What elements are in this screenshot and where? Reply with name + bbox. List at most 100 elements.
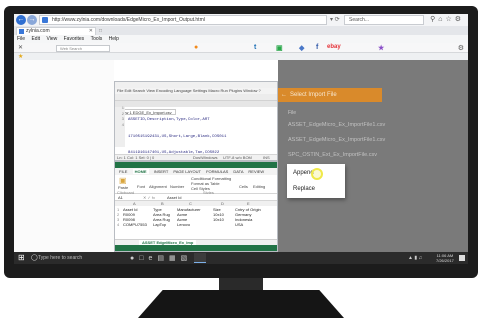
address-text: http://www.zylnia.com/downloads/EdgeMicr…	[52, 17, 205, 23]
column-header[interactable]: D	[221, 201, 224, 206]
store-icon[interactable]: ▦	[169, 255, 181, 262]
excel-ribbon-tabs: FILE HOME INSERT PAGE LAYOUT FORMULAS DA…	[115, 168, 277, 175]
notepad-window: File Edit Search View Encoding Language …	[114, 81, 278, 172]
notepad-editor[interactable]: 1 2 3 4 ASSETID,Description,Type,Color,A…	[115, 107, 277, 172]
ribbon-tab-formulas[interactable]: FORMULAS	[206, 169, 228, 174]
windows-start-icon[interactable]: ⊞	[18, 254, 25, 262]
column-header[interactable]: E	[247, 201, 250, 206]
chat-icon[interactable]: ▣	[276, 44, 283, 52]
monitor-base	[138, 290, 344, 318]
excel-window: FILE HOME INSERT PAGE LAYOUT FORMULAS DA…	[114, 161, 278, 252]
forward-button[interactable]: →	[27, 15, 37, 25]
paste-icon[interactable]: ▣	[119, 176, 127, 185]
mic-icon[interactable]: ●	[130, 255, 139, 262]
editor-line: ASSETID,Description,Type,Color,ART	[128, 118, 210, 122]
browser-search-input[interactable]: Search...	[344, 15, 424, 25]
column-header[interactable]: C	[189, 201, 192, 206]
line-number-gutter: 1 2 3 4	[115, 107, 125, 147]
menu-file[interactable]: File	[17, 36, 25, 42]
close-tab-icon[interactable]: ✕	[89, 28, 93, 35]
menu-tools[interactable]: Tools	[91, 36, 103, 42]
system-tray[interactable]: ▲ ▮ ♫	[408, 255, 422, 261]
cursor-highlight-icon	[311, 168, 323, 180]
cells-group[interactable]: Cells	[239, 184, 248, 189]
ribbon-tab-review[interactable]: REVIEW	[248, 169, 264, 174]
excel-statusbar	[115, 245, 277, 251]
shopping-icon[interactable]: ★	[378, 44, 384, 52]
refresh-icon[interactable]: ▾ ⟳	[330, 16, 340, 23]
taskbar-search-input[interactable]: Type here to search	[38, 255, 82, 261]
ribbon-tab-data[interactable]: DATA	[233, 169, 243, 174]
file-section-label: File	[288, 110, 297, 116]
tab-title: zylnia.com	[26, 28, 50, 34]
editing-group[interactable]: Editing	[253, 184, 265, 189]
table-cell[interactable]: LapTop	[153, 222, 166, 227]
bookmark-icon[interactable]: ◆	[299, 44, 304, 52]
weather-icon[interactable]: ●	[194, 44, 198, 51]
name-box[interactable]: A1	[118, 194, 123, 201]
monitor-bezel: ← → http://www.zylnia.com/downloads/Edge…	[4, 6, 478, 278]
import-file-item[interactable]: ASSET_EdgeMicro_Ex_ImportFile1.csv	[288, 137, 385, 143]
formula-input[interactable]: Asset Id	[167, 194, 181, 201]
ribbon-tab-page-layout[interactable]: PAGE LAYOUT	[173, 169, 201, 174]
back-arrow-icon[interactable]: ←	[281, 88, 287, 102]
gear-icon[interactable]: ⚙	[455, 16, 464, 23]
browser-tab[interactable]: zylnia.com ✕	[16, 27, 96, 35]
menu-favorites[interactable]: Favorites	[64, 36, 85, 42]
address-bar[interactable]: http://www.zylnia.com/downloads/EdgeMicr…	[39, 15, 327, 25]
new-tab-icon[interactable]: □	[99, 28, 102, 34]
clock-date: 7/26/2017	[436, 258, 454, 263]
star-icon[interactable]: ☆	[445, 16, 454, 23]
column-header[interactable]: A	[133, 201, 136, 206]
search-icon[interactable]: ⚲	[430, 16, 438, 23]
menu-edit[interactable]: Edit	[31, 36, 40, 42]
ribbon-tab-home[interactable]: HOME	[132, 169, 149, 174]
extension-ebay[interactable]: ebay	[327, 44, 341, 50]
notepad-toolbar	[115, 94, 277, 101]
table-row: 4 COMPU7553 LapTop Lenovo USA	[117, 222, 244, 227]
excel-app-icon[interactable]: ▧	[181, 255, 193, 262]
web-search-input[interactable]: Web Search	[56, 45, 110, 52]
taskbar-clock[interactable]: 11:06 AM 7/26/2017	[436, 253, 454, 263]
formula-bar: A1 ✕ ✓ fx Asset Id	[115, 194, 277, 201]
close-toolbar-icon[interactable]: ✕	[18, 44, 23, 51]
table-cell[interactable]: Lenovo	[177, 222, 190, 227]
notepad-statusbar: Ln: 1 Col: 1 Sel: 0 | 0 Dos\Windows UTF-…	[115, 154, 277, 160]
import-file-item[interactable]: ASSET_EdgeMicro_Ex_ImportFile1.csv	[288, 122, 385, 128]
font-group[interactable]: Font	[137, 184, 145, 189]
ribbon-tab-insert[interactable]: INSERT	[154, 169, 169, 174]
browser-titlebar: ← → http://www.zylnia.com/downloads/Edge…	[14, 14, 468, 26]
number-group[interactable]: Number	[170, 184, 184, 189]
toolbar-gear-icon[interactable]: ⚙	[458, 44, 464, 52]
page-blank-area	[14, 60, 114, 252]
line-number: 4	[121, 123, 124, 128]
browser-toolbar-icons: ⚲⌂☆⚙	[430, 15, 464, 23]
alignment-group[interactable]: Alignment	[149, 184, 167, 189]
menu-view[interactable]: View	[46, 36, 57, 42]
table-cell[interactable]: USA	[235, 222, 243, 227]
back-button[interactable]: ←	[16, 15, 26, 25]
fx-icon[interactable]: ✕ ✓ fx	[143, 194, 155, 201]
taskbar-apps: ●□e▤▦▧	[130, 254, 192, 262]
windows-taskbar: ⊞ ◯ Type here to search ●□e▤▦▧ ▲ ▮ ♫ 11:…	[14, 252, 468, 264]
active-app-indicator[interactable]	[194, 253, 206, 263]
monitor-neck	[219, 278, 263, 292]
taskbar-search-icon[interactable]: ◯	[31, 254, 38, 261]
table-cell[interactable]: COMPU7553	[123, 222, 147, 227]
menu-help[interactable]: Help	[109, 36, 119, 42]
folder-icon[interactable]: ▤	[157, 255, 169, 262]
notification-icon[interactable]	[459, 255, 465, 261]
screen: ← → http://www.zylnia.com/downloads/Edge…	[14, 14, 468, 264]
spreadsheet-grid[interactable]: A B C D E 1 Asset Id Type Manufacturer S…	[115, 201, 277, 241]
replace-menu-item[interactable]: Replace	[293, 186, 315, 192]
import-file-item[interactable]: SPC_OSTIN_Ext_Ex_ImportFile.csv	[288, 152, 377, 158]
column-header[interactable]: B	[161, 201, 164, 206]
facebook-icon[interactable]: f	[316, 44, 318, 51]
page-content: File Edit Search View Encoding Language …	[14, 60, 468, 252]
ribbon-tab-file[interactable]: FILE	[119, 169, 127, 174]
extension-t[interactable]: t	[254, 44, 256, 51]
favorites-star-icon[interactable]: ★	[18, 53, 23, 60]
select-import-file-header[interactable]: ← Select Import File	[278, 88, 382, 102]
editor-line: 1710515192431,US,Short,Large,Blank,COS01…	[128, 134, 227, 139]
notepad-menu[interactable]: File Edit Search View Encoding Language …	[115, 88, 277, 94]
